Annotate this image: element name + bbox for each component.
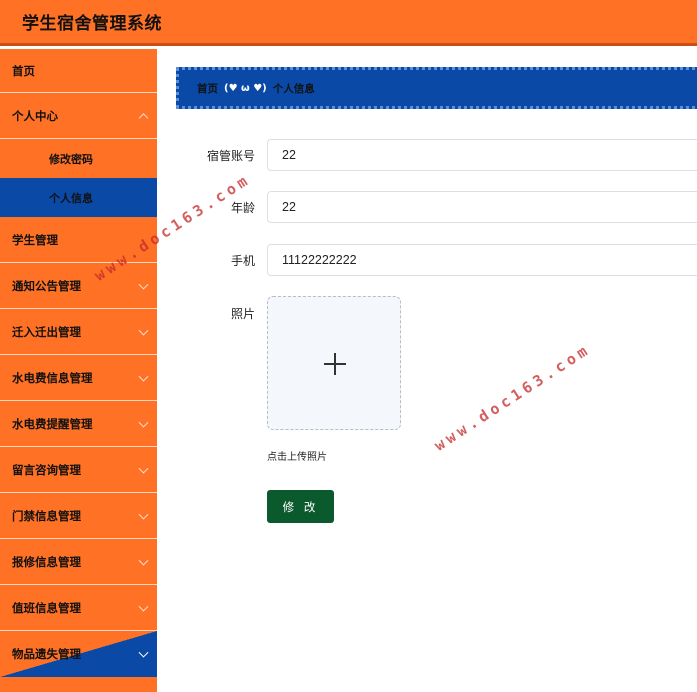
sidebar-subitem-label: 个人信息 — [49, 191, 93, 205]
upload-tip: 点击上传照片 — [267, 452, 327, 463]
sidebar-item-label: 门禁信息管理 — [12, 508, 81, 523]
chevron-down-icon — [138, 509, 149, 520]
sidebar-item-label: 学生管理 — [12, 232, 58, 247]
sidebar-item-access-control[interactable]: 门禁信息管理 — [0, 493, 157, 539]
chevron-down-icon — [138, 601, 149, 612]
breadcrumb-current: 个人信息 — [272, 82, 315, 95]
sidebar-item-home[interactable]: 首页 — [0, 49, 157, 93]
account-field[interactable] — [267, 139, 697, 171]
form-row-phone: 手机 — [157, 244, 697, 276]
phone-label: 手机 — [230, 254, 255, 268]
age-label: 年龄 — [230, 201, 255, 215]
sidebar: 首页 个人中心 修改密码 个人信息 学生管理 通知公告管理 迁入迁出管理 水电费… — [0, 49, 157, 692]
sidebar-item-label: 首页 — [12, 63, 35, 78]
chevron-down-icon — [138, 371, 149, 382]
photo-upload[interactable] — [267, 296, 401, 430]
sidebar-item-label: 物品遗失管理 — [12, 647, 81, 661]
sidebar-item-label: 值班信息管理 — [12, 600, 81, 615]
age-field[interactable] — [267, 191, 697, 223]
sidebar-item-personal-center[interactable]: 个人中心 — [0, 93, 157, 139]
sidebar-item-label: 报修信息管理 — [12, 554, 81, 569]
sidebar-item-notice-management[interactable]: 通知公告管理 — [0, 263, 157, 309]
sidebar-item-message-management[interactable]: 留言咨询管理 — [0, 447, 157, 493]
app-title: 学生宿舍管理系统 — [22, 14, 162, 34]
chevron-down-icon — [138, 417, 149, 428]
chevron-down-icon — [138, 325, 149, 336]
breadcrumb-home[interactable]: 首页 — [197, 81, 218, 96]
sidebar-subitem-change-password[interactable]: 修改密码 — [0, 139, 157, 178]
sidebar-item-label: 水电费提醒管理 — [12, 416, 93, 431]
main-content: 首页 (♥ ω ♥) 个人信息 宿管账号 年龄 手机 照片 点击上传照片 修 改 — [157, 49, 697, 692]
sidebar-item-move-management[interactable]: 迁入迁出管理 — [0, 309, 157, 355]
sidebar-item-label: 迁入迁出管理 — [12, 324, 81, 339]
sidebar-item-label: 通知公告管理 — [12, 278, 81, 293]
chevron-up-icon — [138, 112, 149, 123]
sidebar-item-label: 留言咨询管理 — [12, 462, 81, 477]
chevron-down-icon — [138, 279, 149, 290]
sidebar-item-repair-management[interactable]: 报修信息管理 — [0, 539, 157, 585]
app-header: 学生宿舍管理系统 — [0, 0, 697, 46]
chevron-down-icon — [138, 463, 149, 474]
sidebar-item-duty-management[interactable]: 值班信息管理 — [0, 585, 157, 631]
sidebar-item-label: 水电费信息管理 — [12, 370, 93, 385]
phone-field[interactable] — [267, 244, 697, 276]
chevron-down-icon — [138, 555, 149, 566]
photo-label: 照片 — [230, 307, 255, 321]
sidebar-item-label: 个人中心 — [12, 108, 58, 123]
sidebar-item-student-management[interactable]: 学生管理 — [0, 217, 157, 263]
form-row-account: 宿管账号 — [157, 139, 697, 171]
breadcrumb-emote: (♥ ω ♥) — [224, 82, 267, 94]
sidebar-item-lost-found[interactable]: 物品遗失管理 — [0, 631, 157, 677]
plus-icon-vertical — [334, 353, 336, 375]
sidebar-subitem-label: 修改密码 — [49, 152, 93, 166]
sidebar-subitem-personal-info[interactable]: 个人信息 — [0, 178, 157, 217]
breadcrumb: 首页 (♥ ω ♥) 个人信息 — [176, 67, 697, 109]
form-row-photo: 照片 — [157, 297, 697, 329]
form-row-age: 年龄 — [157, 191, 697, 223]
sidebar-item-utility-info[interactable]: 水电费信息管理 — [0, 355, 157, 401]
chevron-down-icon — [138, 647, 149, 658]
sidebar-item-utility-reminder[interactable]: 水电费提醒管理 — [0, 401, 157, 447]
account-label: 宿管账号 — [206, 149, 255, 163]
submit-button[interactable]: 修 改 — [267, 490, 334, 523]
